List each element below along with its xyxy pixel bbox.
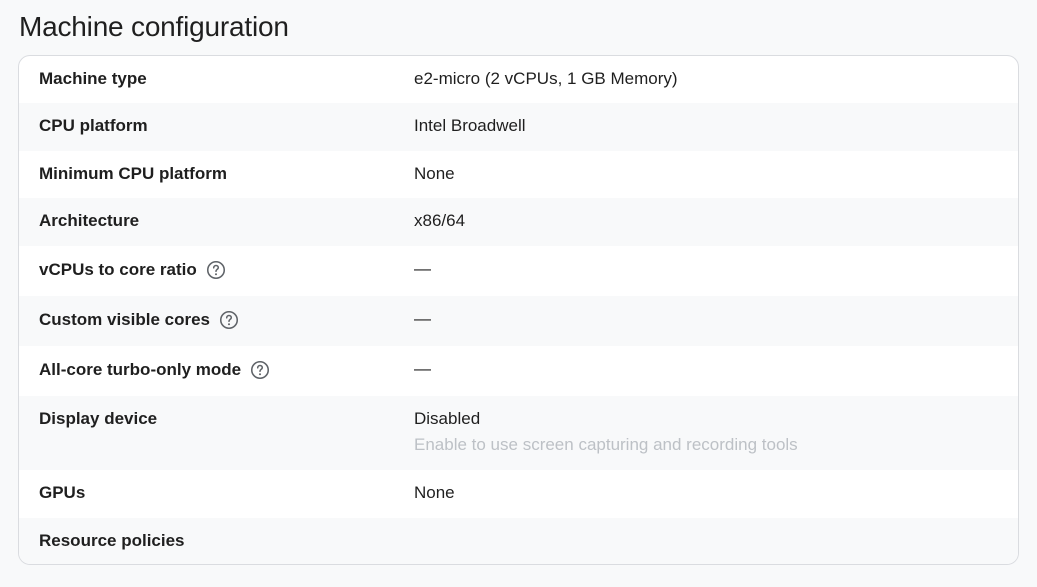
help-circle-icon[interactable]	[205, 259, 227, 281]
help-circle-icon[interactable]	[249, 359, 271, 381]
row-value: Intel Broadwell	[414, 116, 526, 135]
row-label: Minimum CPU platform	[39, 164, 227, 183]
row-value: x86/64	[414, 211, 466, 230]
row-label: All-core turbo-only mode	[39, 360, 242, 379]
row-value: Disabled	[414, 409, 481, 428]
machine-config-card: Machine type e2-micro (2 vCPUs, 1 GB Mem…	[18, 55, 1019, 565]
row-label: CPU platform	[39, 116, 148, 135]
row-label: Custom visible cores	[39, 310, 211, 329]
row-label: Display device	[39, 409, 158, 428]
row-value: e2-micro (2 vCPUs, 1 GB Memory)	[414, 69, 678, 88]
row-label: GPUs	[39, 483, 86, 502]
row-gpus: GPUs None	[19, 470, 1018, 518]
row-label: Resource policies	[39, 531, 185, 550]
row-value: —	[414, 259, 431, 278]
row-label: Architecture	[39, 211, 140, 230]
row-resource-policies: Resource policies	[19, 518, 1018, 564]
row-label: vCPUs to core ratio	[39, 260, 197, 279]
row-custom-visible-cores: Custom visible cores —	[19, 296, 1018, 346]
row-display-device: Display device Disabled Enable to use sc…	[19, 396, 1018, 470]
help-circle-icon[interactable]	[218, 309, 240, 331]
row-value: —	[414, 359, 431, 378]
row-value: None	[414, 164, 455, 183]
row-machine-type: Machine type e2-micro (2 vCPUs, 1 GB Mem…	[19, 56, 1018, 103]
row-vcpu-core-ratio: vCPUs to core ratio —	[19, 246, 1018, 296]
row-min-cpu-platform: Minimum CPU platform None	[19, 151, 1018, 198]
row-label: Machine type	[39, 69, 147, 88]
page-title: Machine configuration	[19, 11, 289, 42]
row-value: None	[414, 483, 455, 502]
row-hint: Enable to use screen capturing and recor…	[414, 435, 798, 454]
row-architecture: Architecture x86/64	[19, 198, 1018, 246]
row-all-core-turbo: All-core turbo-only mode —	[19, 346, 1018, 396]
row-cpu-platform: CPU platform Intel Broadwell	[19, 103, 1018, 151]
row-value: —	[414, 309, 431, 328]
